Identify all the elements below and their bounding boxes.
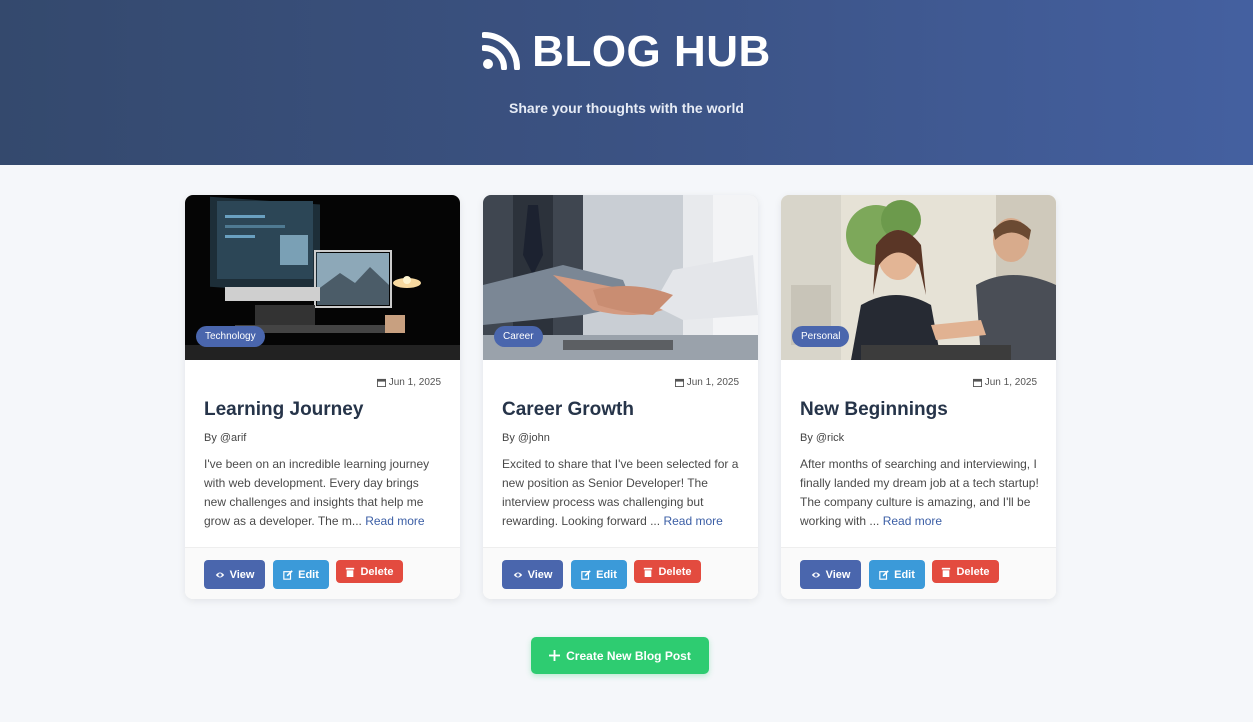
post-card: Personal Jun 1, 2025 New Beginnings By @… xyxy=(781,195,1056,599)
post-actions: View Edit Delete xyxy=(781,547,1056,599)
delete-label: Delete xyxy=(956,565,990,578)
post-date-text: Jun 1, 2025 xyxy=(686,377,739,388)
create-post-label: Create New Blog Post xyxy=(566,648,691,663)
category-badge: Career xyxy=(494,326,543,347)
edit-icon xyxy=(581,569,591,580)
post-date: Jun 1, 2025 xyxy=(972,377,1037,388)
trash-icon xyxy=(942,567,951,577)
post-card: Career Jun 1, 2025 Career Growth By @joh… xyxy=(483,195,758,599)
read-more-link[interactable]: Read more xyxy=(365,514,424,528)
delete-label: Delete xyxy=(658,565,692,578)
post-card: Technology Jun 1, 2025 Learning Journey … xyxy=(185,195,460,599)
edit-label: Edit xyxy=(298,568,319,581)
site-title: BLOG HUB xyxy=(532,27,771,76)
edit-label: Edit xyxy=(596,568,617,581)
calendar-icon xyxy=(972,378,982,387)
post-excerpt: Excited to share that I've been selected… xyxy=(502,455,742,531)
post-image: Personal xyxy=(781,195,1056,360)
view-label: View xyxy=(825,568,851,581)
post-author: By @rick xyxy=(800,432,845,444)
delete-button[interactable]: Delete xyxy=(634,560,701,583)
calendar-icon xyxy=(376,378,386,387)
edit-icon xyxy=(283,569,293,580)
view-button[interactable]: View xyxy=(800,560,861,589)
view-button[interactable]: View xyxy=(204,560,265,589)
edit-button[interactable]: Edit xyxy=(273,560,329,589)
create-post-button[interactable]: Create New Blog Post xyxy=(531,637,709,674)
site-tagline: Share your thoughts with the world xyxy=(509,100,744,116)
read-more-link[interactable]: Read more xyxy=(883,514,942,528)
trash-icon xyxy=(644,567,653,577)
rss-icon xyxy=(481,30,522,75)
read-more-link[interactable]: Read more xyxy=(663,514,722,528)
delete-label: Delete xyxy=(360,565,394,578)
view-label: View xyxy=(229,568,255,581)
edit-button[interactable]: Edit xyxy=(869,560,925,589)
trash-icon xyxy=(346,567,355,577)
post-author: By @john xyxy=(502,432,550,444)
plus-icon xyxy=(549,650,561,661)
eye-icon xyxy=(811,572,820,577)
delete-button[interactable]: Delete xyxy=(336,560,403,583)
post-date-text: Jun 1, 2025 xyxy=(984,377,1037,388)
calendar-icon xyxy=(674,378,684,387)
post-list: Technology Jun 1, 2025 Learning Journey … xyxy=(185,195,1056,599)
post-date: Jun 1, 2025 xyxy=(376,377,441,388)
brand: BLOG HUB xyxy=(0,27,1253,77)
view-button[interactable]: View xyxy=(502,560,563,589)
post-actions: View Edit Delete xyxy=(185,547,460,599)
post-title: Learning Journey xyxy=(204,399,364,420)
category-badge: Personal xyxy=(792,326,850,347)
post-image: Technology xyxy=(185,195,460,360)
delete-button[interactable]: Delete xyxy=(932,560,999,583)
edit-button[interactable]: Edit xyxy=(571,560,627,589)
site-header: BLOG HUB Share your thoughts with the wo… xyxy=(0,0,1253,165)
post-date-text: Jun 1, 2025 xyxy=(388,377,441,388)
post-title: New Beginnings xyxy=(800,399,948,420)
post-title: Career Growth xyxy=(502,399,634,420)
eye-icon xyxy=(215,572,224,577)
edit-label: Edit xyxy=(894,568,915,581)
post-date: Jun 1, 2025 xyxy=(674,377,739,388)
post-image: Career xyxy=(483,195,758,360)
edit-icon xyxy=(879,569,889,580)
post-excerpt: I've been on an incredible learning jour… xyxy=(204,455,444,531)
post-actions: View Edit Delete xyxy=(483,547,758,599)
post-author: By @arif xyxy=(204,432,247,444)
category-badge: Technology xyxy=(196,326,265,347)
post-excerpt: After months of searching and interviewi… xyxy=(800,455,1040,531)
eye-icon xyxy=(513,572,522,577)
view-label: View xyxy=(527,568,553,581)
